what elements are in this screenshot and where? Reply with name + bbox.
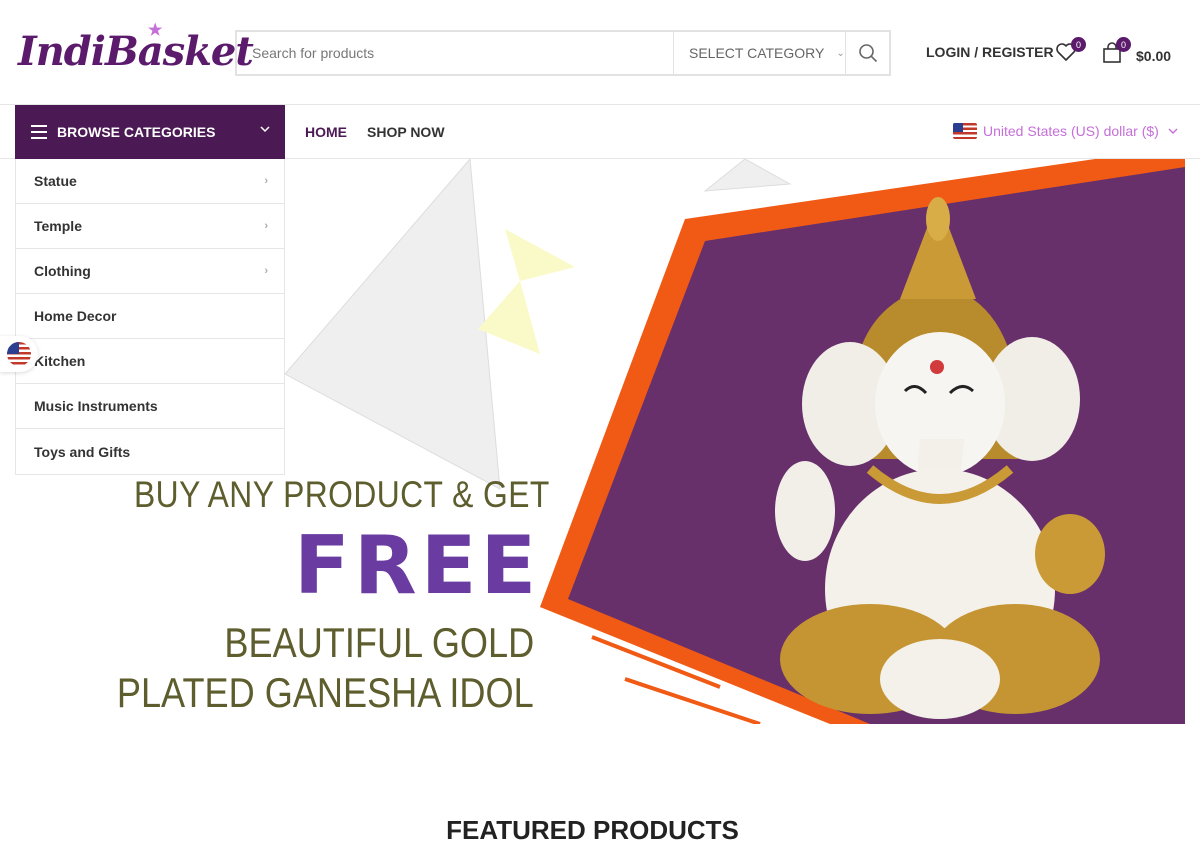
category-item-temple[interactable]: Temple › xyxy=(16,204,284,249)
main-navbar: BROWSE CATEGORIES HOME SHOP NOW United S… xyxy=(0,105,1200,159)
cart-total: $0.00 xyxy=(1136,47,1172,64)
featured-products-heading: FEATURED PRODUCTS xyxy=(446,815,739,845)
chevron-down-icon xyxy=(1168,128,1178,134)
nav-link-home[interactable]: HOME xyxy=(305,124,347,140)
side-currency-flag-button[interactable] xyxy=(0,336,38,372)
category-item-toys-and-gifts[interactable]: Toys and Gifts xyxy=(16,429,284,474)
us-flag-icon xyxy=(7,342,31,366)
browse-categories-toggle[interactable]: BROWSE CATEGORIES xyxy=(15,105,285,159)
category-label: Toys and Gifts xyxy=(34,443,131,460)
search-category-select[interactable]: SELECT CATEGORY ⌄ xyxy=(673,32,845,74)
category-label: Home Decor xyxy=(34,308,117,324)
wishlist-button[interactable]: 0 xyxy=(1055,37,1086,67)
search-button[interactable] xyxy=(845,32,889,74)
chevron-down-icon: ⌄ xyxy=(836,47,845,59)
category-label: Statue xyxy=(34,173,77,189)
category-item-clothing[interactable]: Clothing › xyxy=(16,249,284,294)
login-register-link[interactable]: LOGIN / REGISTER xyxy=(926,44,1054,60)
nav-link-shop-now[interactable]: SHOP NOW xyxy=(367,124,445,140)
search-input[interactable] xyxy=(237,32,673,74)
category-label: Kitchen xyxy=(34,353,86,369)
hamburger-menu-icon xyxy=(31,125,47,139)
us-flag-icon xyxy=(953,123,977,139)
category-label: Music Instruments xyxy=(34,398,158,414)
search-icon xyxy=(858,44,877,63)
wishlist-count-badge: 0 xyxy=(1071,37,1086,52)
chevron-down-icon xyxy=(260,126,270,133)
search-category-label: SELECT CATEGORY xyxy=(689,45,825,61)
banner-headline-line1: BUY ANY PRODUCT & GET xyxy=(134,474,550,515)
primary-menu: HOME SHOP NOW xyxy=(305,124,445,140)
banner-headline-free: FREE xyxy=(294,519,541,612)
banner-headline-line3: BEAUTIFUL GOLD xyxy=(224,619,534,666)
site-logo[interactable]: IndiBasket ★ xyxy=(18,20,254,75)
category-label: Clothing xyxy=(34,263,91,279)
currency-switcher[interactable]: United States (US) dollar ($) xyxy=(953,123,1179,139)
cart-count-badge: 0 xyxy=(1116,37,1131,52)
category-label: Temple xyxy=(34,218,82,234)
cart-button[interactable]: 0 $0.00 xyxy=(1102,37,1172,69)
category-item-statue[interactable]: Statue › xyxy=(16,159,284,204)
category-item-music-instruments[interactable]: Music Instruments xyxy=(16,384,284,429)
banner-headline-line4: PLATED GANESHA IDOL xyxy=(117,669,534,716)
site-header: IndiBasket★ SELECT CATEGORY ⌄ LOGIN / RE… xyxy=(0,0,1200,105)
currency-label: United States (US) dollar ($) xyxy=(983,123,1159,139)
browse-categories-label: BROWSE CATEGORIES xyxy=(57,124,216,140)
category-item-home-decor[interactable]: Home Decor xyxy=(16,294,284,339)
category-item-kitchen[interactable]: Kitchen xyxy=(16,339,284,384)
chevron-right-icon: › xyxy=(264,175,268,187)
chevron-right-icon: › xyxy=(264,265,268,277)
logo-star-icon: ★ xyxy=(148,20,162,39)
category-dropdown: Statue › Temple › Clothing › Home Decor … xyxy=(15,159,285,475)
search-bar: SELECT CATEGORY ⌄ xyxy=(235,30,891,76)
chevron-right-icon: › xyxy=(264,220,268,232)
